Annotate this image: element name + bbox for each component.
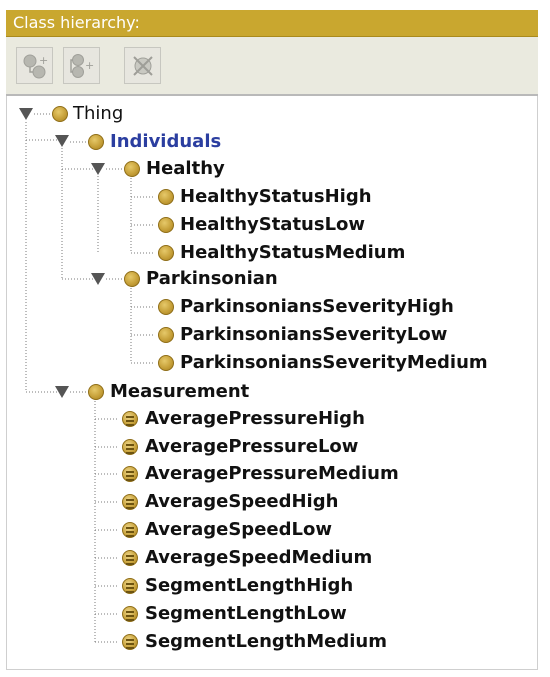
tree-node-label: Measurement xyxy=(110,381,250,402)
add-sibling-class-icon: + xyxy=(70,54,94,78)
tree-node-label: AverageSpeedMedium xyxy=(145,547,373,568)
tree-node-label: SegmentLengthLow xyxy=(145,603,347,624)
individual-icon xyxy=(122,550,138,566)
tree-node-average-speed-medium[interactable]: AverageSpeedMedium xyxy=(7,545,427,571)
tree-node-average-speed-high[interactable]: AverageSpeedHigh xyxy=(7,489,427,515)
tree-node-average-pressure-medium[interactable]: AveragePressureMedium xyxy=(7,461,447,487)
tree-node-segment-length-low[interactable]: SegmentLengthLow xyxy=(7,601,427,627)
tree-node-average-speed-low[interactable]: AverageSpeedLow xyxy=(7,517,427,543)
panel-title: Class hierarchy: xyxy=(13,13,140,32)
individual-icon xyxy=(122,634,138,650)
tree-node-average-pressure-low[interactable]: AveragePressureLow xyxy=(7,434,427,460)
tree-node-parkinsonians-severity-high[interactable]: ParkinsoniansSeverityHigh xyxy=(7,294,527,320)
class-icon xyxy=(158,245,174,261)
class-icon xyxy=(124,271,140,287)
tree-node-thing[interactable]: Thing xyxy=(7,101,207,127)
add-subclass-icon: + xyxy=(23,54,48,79)
tree-node-parkinsonians-severity-medium[interactable]: ParkinsoniansSeverityMedium xyxy=(7,350,535,376)
add-sibling-class-button[interactable]: + xyxy=(63,47,100,84)
class-tree: Thing Individuals Healthy HealthyStatusH… xyxy=(6,96,538,670)
tree-node-healthy-status-high[interactable]: HealthyStatusHigh xyxy=(7,184,427,210)
tree-node-parkinsonians-severity-low[interactable]: ParkinsoniansSeverityLow xyxy=(7,322,527,348)
class-icon xyxy=(52,106,68,122)
individual-icon xyxy=(122,522,138,538)
tree-node-label: HealthyStatusHigh xyxy=(180,186,372,207)
tree-node-healthy-status-medium[interactable]: HealthyStatusMedium xyxy=(7,240,447,266)
tree-node-label: Parkinsonian xyxy=(146,268,278,289)
svg-text:+: + xyxy=(39,54,48,67)
tree-node-label: SegmentLengthHigh xyxy=(145,575,354,596)
tree-node-label: AverageSpeedHigh xyxy=(145,491,339,512)
class-icon xyxy=(124,161,140,177)
tree-node-label: ParkinsoniansSeverityHigh xyxy=(180,296,454,317)
individual-icon xyxy=(122,466,138,482)
tree-node-label: Individuals xyxy=(110,131,222,152)
tree-node-healthy[interactable]: Healthy xyxy=(7,156,267,182)
tree-node-parkinsonian[interactable]: Parkinsonian xyxy=(7,266,307,292)
individual-icon xyxy=(122,439,138,455)
class-icon xyxy=(158,189,174,205)
panel-titlebar: Class hierarchy: xyxy=(6,10,538,37)
tree-node-label: Thing xyxy=(73,103,124,124)
tree-node-healthy-status-low[interactable]: HealthyStatusLow xyxy=(7,212,427,238)
toolbar: + + xyxy=(6,37,538,96)
tree-node-label: HealthyStatusLow xyxy=(180,214,366,235)
class-icon xyxy=(158,299,174,315)
tree-node-label: Healthy xyxy=(146,158,225,179)
tree-node-label: AveragePressureMedium xyxy=(145,463,399,484)
class-hierarchy-panel: Class hierarchy: + + Thing Individuals H… xyxy=(6,10,538,670)
tree-node-label: ParkinsoniansSeverityLow xyxy=(180,324,448,345)
individual-icon xyxy=(122,578,138,594)
tree-node-label: AveragePressureHigh xyxy=(145,408,365,429)
class-icon xyxy=(88,134,104,150)
tree-node-segment-length-high[interactable]: SegmentLengthHigh xyxy=(7,573,427,599)
individual-icon xyxy=(122,411,138,427)
class-icon xyxy=(88,384,104,400)
tree-node-segment-length-medium[interactable]: SegmentLengthMedium xyxy=(7,629,427,655)
tree-node-label: ParkinsoniansSeverityMedium xyxy=(180,352,488,373)
tree-node-label: HealthyStatusMedium xyxy=(180,242,406,263)
svg-text:+: + xyxy=(85,59,94,72)
tree-node-average-pressure-high[interactable]: AveragePressureHigh xyxy=(7,406,427,432)
add-subclass-button[interactable]: + xyxy=(16,47,53,84)
individual-icon xyxy=(122,606,138,622)
delete-class-icon xyxy=(133,56,153,76)
tree-node-label: SegmentLengthMedium xyxy=(145,631,387,652)
tree-node-label: AveragePressureLow xyxy=(145,436,359,457)
class-icon xyxy=(158,217,174,233)
class-icon xyxy=(158,327,174,343)
tree-node-label: AverageSpeedLow xyxy=(145,519,332,540)
individual-icon xyxy=(122,494,138,510)
delete-class-button[interactable] xyxy=(124,47,161,84)
tree-node-measurement[interactable]: Measurement xyxy=(7,379,327,405)
class-icon xyxy=(158,355,174,371)
tree-node-individuals[interactable]: Individuals xyxy=(7,129,267,155)
